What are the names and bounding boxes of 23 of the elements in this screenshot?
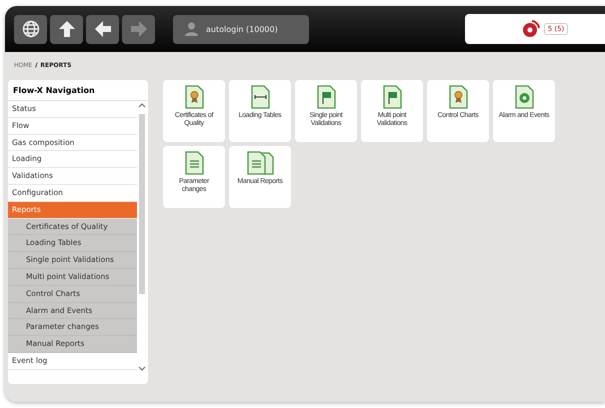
table-icon: [248, 84, 272, 110]
user-icon: [185, 22, 198, 36]
alarm-bell-icon: [522, 20, 540, 38]
documents-icon: [245, 150, 275, 176]
alarm-icon: [512, 84, 536, 110]
scroll-down-icon[interactable]: [138, 366, 146, 372]
forward-arrow-icon: [130, 20, 148, 38]
back-button[interactable]: [86, 14, 119, 44]
scrollbar-thumb[interactable]: [139, 114, 145, 294]
up-button[interactable]: [50, 14, 83, 44]
scroll-up-icon[interactable]: [138, 102, 146, 108]
up-arrow-icon: [58, 20, 76, 38]
flag-icon: [314, 84, 338, 110]
certificate-icon: [182, 84, 206, 110]
forward-button[interactable]: [122, 14, 155, 44]
globe-icon: [22, 20, 40, 38]
user-panel[interactable]: autologin (10000): [173, 14, 309, 44]
globe-button[interactable]: [14, 14, 47, 44]
certificate-icon: [446, 84, 470, 110]
flag-icon: [380, 84, 404, 110]
document-icon: [182, 150, 206, 176]
back-arrow-icon: [94, 20, 112, 38]
user-name: autologin (10000): [206, 24, 278, 34]
